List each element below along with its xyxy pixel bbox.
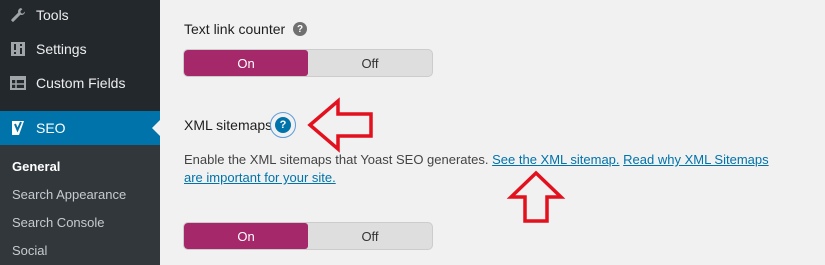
read-why-link-part1[interactable]: Read why XML Sitemaps xyxy=(623,152,768,167)
question-mark-icon: ? xyxy=(275,117,291,133)
seo-submenu: General Search Appearance Search Console… xyxy=(0,145,160,265)
settings-panel: Text link counter ? On Off XML sitemaps … xyxy=(160,0,825,265)
help-icon[interactable]: ? xyxy=(293,22,307,36)
table-icon xyxy=(8,73,28,93)
menu-item-seo[interactable]: SEO xyxy=(0,111,160,145)
toggle-on-option[interactable]: On xyxy=(184,50,308,76)
see-xml-sitemap-link[interactable]: See the XML sitemap. xyxy=(492,152,619,167)
submenu-item-search-console[interactable]: Search Console xyxy=(12,214,105,232)
annotation-arrow-up-icon xyxy=(506,170,566,223)
yoast-icon xyxy=(8,118,28,138)
admin-sidebar: Tools Settings Custom Fields SEO General… xyxy=(0,0,160,265)
description-text: Enable the XML sitemaps that Yoast SEO g… xyxy=(184,152,489,167)
active-menu-indicator xyxy=(152,120,160,136)
text-link-counter-label: Text link counter xyxy=(184,21,286,37)
help-icon[interactable]: ? xyxy=(270,112,296,138)
menu-item-custom-fields[interactable]: Custom Fields xyxy=(0,66,160,100)
xml-sitemaps-description: Enable the XML sitemaps that Yoast SEO g… xyxy=(184,151,784,187)
submenu-item-search-appearance[interactable]: Search Appearance xyxy=(12,186,126,204)
toggle-on-option[interactable]: On xyxy=(184,223,308,249)
text-link-counter-toggle[interactable]: On Off xyxy=(183,49,433,77)
xml-sitemaps-toggle[interactable]: On Off xyxy=(183,222,433,250)
annotation-arrow-left-icon xyxy=(307,97,373,153)
toggle-off-option[interactable]: Off xyxy=(308,223,432,249)
toggle-off-option[interactable]: Off xyxy=(308,50,432,76)
menu-item-settings[interactable]: Settings xyxy=(0,32,160,66)
menu-item-tools[interactable]: Tools xyxy=(0,0,160,32)
submenu-item-social[interactable]: Social xyxy=(12,242,47,260)
menu-item-label: Tools xyxy=(36,7,69,23)
wrench-icon xyxy=(8,5,28,25)
menu-item-label: SEO xyxy=(36,120,66,136)
read-why-link-part2[interactable]: are important for your site. xyxy=(184,170,336,185)
sliders-icon xyxy=(8,39,28,59)
menu-item-label: Settings xyxy=(36,41,87,57)
xml-sitemaps-label: XML sitemaps xyxy=(184,117,273,133)
submenu-item-general[interactable]: General xyxy=(12,158,60,176)
menu-item-label: Custom Fields xyxy=(36,75,126,91)
